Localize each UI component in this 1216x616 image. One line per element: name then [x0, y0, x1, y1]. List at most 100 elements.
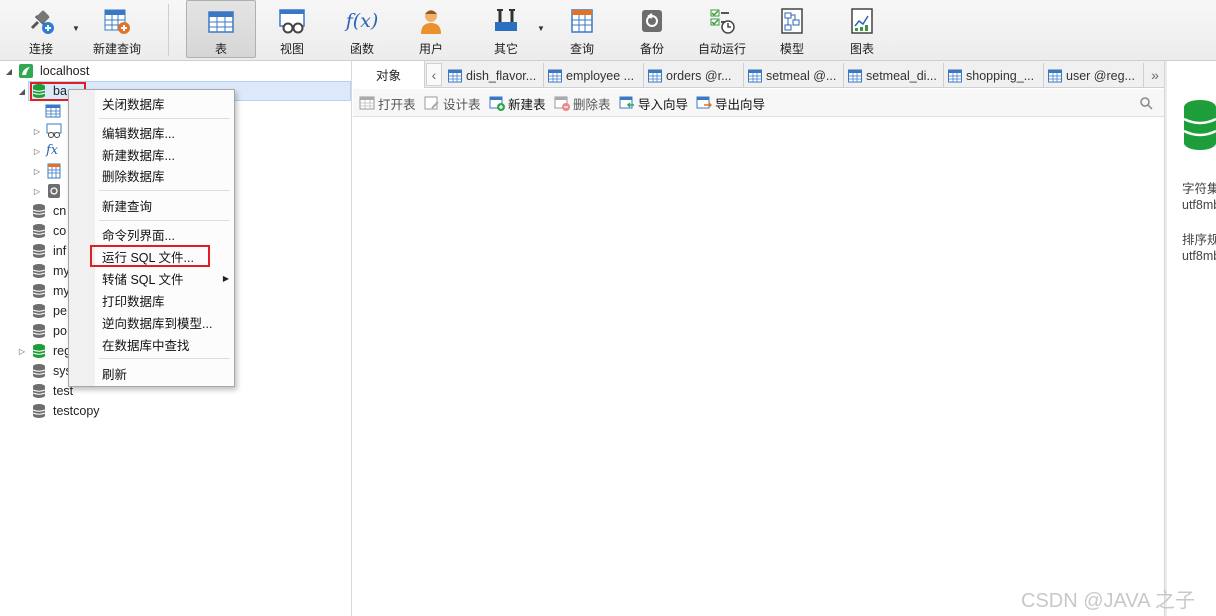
tree-backups-node[interactable]: ▷ — [32, 181, 68, 201]
tree-functions-node[interactable]: ▷ fx — [32, 141, 68, 161]
database-icon — [32, 264, 46, 278]
function-button[interactable]: f(x) 函数 — [340, 0, 384, 58]
expand-icon[interactable]: ▷ — [32, 187, 42, 196]
database-name: testcopy — [53, 404, 100, 418]
table-icon — [848, 69, 862, 82]
submenu-arrow-icon: ▶ — [222, 273, 229, 283]
menu-print-database[interactable]: 打印数据库 — [102, 290, 165, 310]
chart-button[interactable]: 图表 — [840, 0, 884, 58]
tab-table[interactable]: employee ... — [544, 63, 644, 88]
tab-scroll-right-icon[interactable]: » — [1147, 63, 1163, 86]
design-table-button[interactable]: 设计表 — [424, 94, 481, 112]
tree-db-item[interactable]: testcopy — [31, 401, 100, 421]
database-name: co — [53, 224, 67, 238]
tree-db-item[interactable]: cn — [31, 201, 66, 221]
tree-connection-localhost[interactable]: ◢ localhost — [4, 61, 89, 81]
collapse-icon[interactable]: ◢ — [17, 87, 27, 96]
menu-dump-sql-file[interactable]: 转储 SQL 文件 ▶ — [102, 268, 229, 288]
tab-table[interactable]: user @reg... — [1044, 63, 1144, 88]
new-table-button[interactable]: 新建表 — [489, 94, 546, 112]
tree-db-item[interactable]: test — [31, 381, 73, 401]
search-icon[interactable] — [1139, 94, 1153, 112]
tab-scroll-left-icon[interactable]: ‹ — [426, 63, 442, 86]
tab-table[interactable]: orders @r... — [644, 63, 744, 88]
connect-button[interactable]: 连接 — [18, 0, 64, 58]
backup-button[interactable]: 备份 — [630, 0, 674, 58]
user-button[interactable]: 用户 — [409, 0, 453, 58]
menu-command-line[interactable]: 命令列界面... — [102, 224, 175, 244]
database-icon — [32, 324, 46, 338]
auto-run-button[interactable]: 自动运行 — [694, 0, 750, 58]
tree-views-node[interactable]: ▷ — [32, 121, 68, 141]
watermark: CSDN @JAVA 之子 — [1021, 590, 1196, 612]
menu-delete-database[interactable]: 删除数据库 — [102, 165, 165, 185]
menu-reverse-to-model[interactable]: 逆向数据库到模型... — [102, 312, 212, 332]
menu-close-database[interactable]: 关闭数据库 — [102, 93, 165, 113]
database-icon — [32, 364, 46, 378]
tree-db-item[interactable]: inf — [31, 241, 66, 261]
model-label: 模型 — [779, 42, 804, 56]
tree-db-item[interactable]: po — [31, 321, 67, 341]
tree-db-item[interactable]: sys — [31, 361, 72, 381]
expand-icon[interactable]: ▷ — [32, 127, 42, 136]
database-icon — [32, 404, 46, 418]
collapse-icon[interactable]: ◢ — [4, 67, 14, 76]
tree-db-item[interactable]: pe — [31, 301, 67, 321]
new-query-button[interactable]: 新建查询 — [88, 0, 146, 58]
charset-label: 字符集 — [1182, 182, 1216, 196]
tab-label: setmeal_di... — [866, 68, 937, 83]
tab-label: user @reg... — [1066, 68, 1135, 83]
info-panel: 字符集 utf8mb4 排序规则 utf8mb4 — [1167, 61, 1216, 616]
plug-icon — [24, 4, 58, 38]
other-button[interactable]: 其它 — [484, 0, 528, 58]
model-button[interactable]: 模型 — [770, 0, 814, 58]
table-button[interactable]: 表 — [186, 0, 256, 58]
query-icon — [565, 4, 599, 38]
new-query-label: 新建查询 — [92, 42, 141, 56]
model-icon — [775, 4, 809, 38]
tab-table[interactable]: shopping_... — [944, 63, 1044, 88]
expand-icon[interactable]: ▷ — [17, 347, 27, 356]
tab-objects[interactable]: 对象 — [353, 61, 425, 88]
connect-dropdown-icon[interactable]: ▼ — [72, 24, 80, 33]
tree-tables-node[interactable] — [45, 101, 67, 121]
tree-db-item[interactable]: my — [31, 281, 70, 301]
tab-table[interactable]: setmeal @... — [744, 63, 844, 88]
table-icon — [448, 69, 462, 82]
tree-queries-node[interactable]: ▷ — [32, 161, 68, 181]
query-label: 查询 — [569, 42, 594, 56]
menu-new-database[interactable]: 新建数据库... — [102, 144, 175, 164]
export-wizard-button[interactable]: 导出向导 — [696, 94, 765, 112]
expand-icon[interactable]: ▷ — [32, 167, 42, 176]
menu-edit-database[interactable]: 编辑数据库... — [102, 122, 175, 142]
function-icon: f(x) — [345, 10, 379, 32]
connect-label: 连接 — [28, 42, 53, 56]
export-icon — [696, 96, 712, 109]
database-icon — [32, 304, 46, 318]
menu-new-query[interactable]: 新建查询 — [102, 195, 152, 215]
tree-db-item[interactable]: co — [31, 221, 66, 241]
view-button[interactable]: 视图 — [270, 0, 314, 58]
tab-label: orders @r... — [666, 68, 732, 83]
database-name: po — [53, 324, 67, 338]
expand-icon[interactable]: ▷ — [32, 147, 42, 156]
import-wizard-button[interactable]: 导入向导 — [619, 94, 688, 112]
menu-find-in-database[interactable]: 在数据库中查找 — [102, 334, 190, 354]
delete-table-button[interactable]: 删除表 — [554, 94, 611, 112]
other-dropdown-icon[interactable]: ▼ — [537, 24, 545, 33]
tab-table[interactable]: dish_flavor... — [444, 63, 544, 88]
object-list-area[interactable] — [353, 118, 1164, 616]
collation-label: 排序规则 — [1182, 233, 1216, 247]
open-table-button[interactable]: 打开表 — [359, 94, 416, 112]
database-icon — [32, 244, 46, 258]
view-icon — [46, 123, 62, 138]
run-sql-highlight-box — [90, 245, 210, 267]
tab-table[interactable]: setmeal_di... — [844, 63, 944, 88]
menu-gutter — [69, 90, 95, 386]
tree-db-item[interactable]: my — [31, 261, 70, 281]
collation-value: utf8mb4 — [1182, 249, 1216, 263]
table-icon — [748, 69, 762, 82]
query-button[interactable]: 查询 — [560, 0, 604, 58]
menu-refresh[interactable]: 刷新 — [102, 363, 127, 383]
tree-db-item[interactable]: ▷ reg — [17, 341, 71, 361]
